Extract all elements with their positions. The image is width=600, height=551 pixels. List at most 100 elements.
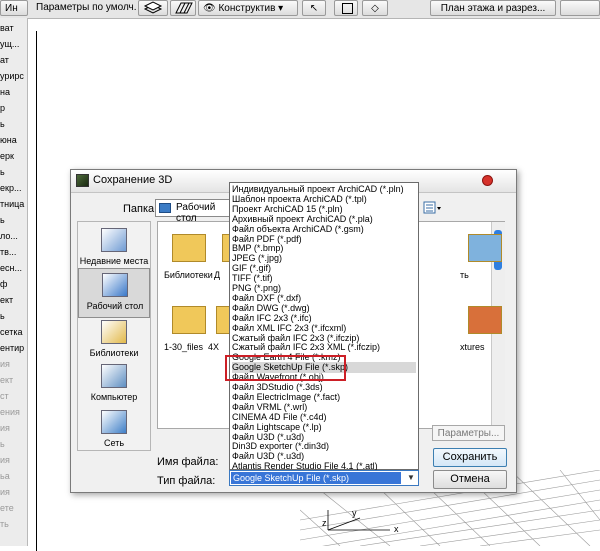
layers-button[interactable] [138,0,168,16]
desktop-icon [102,273,128,297]
filetype-label: Тип файла: [157,475,216,487]
parameters-button[interactable]: Параметры... [432,425,505,441]
place-label: Компьютер [90,392,138,402]
axis-z-label: z [322,518,327,528]
toolbox-item[interactable]: ия [0,358,27,370]
toolbar-tab-blank[interactable] [560,0,600,16]
toolbox-item[interactable]: тница [0,198,27,210]
toolbox-item[interactable]: ерк [0,150,27,162]
toolbox-item[interactable]: ентир [0,342,27,354]
toolbox-item[interactable]: юна [0,134,27,146]
computer-icon [101,364,127,388]
toolbox-item[interactable]: ф [0,278,27,290]
place-desktop[interactable]: Рабочий стол [78,268,150,318]
close-button[interactable] [482,175,493,186]
rectangle-icon [342,3,353,14]
layers-icon [143,1,163,14]
texture-folder-icon [468,306,502,334]
toolbox-panel: ват ущ... ат урирс на р ь юна ерк ь екр... тница ь ло… [0,18,28,546]
cancel-button[interactable]: Отмена [433,470,507,489]
marquee-icon: ◇ [371,3,379,14]
place-label: Библиотеки [89,348,139,358]
filename-label: Имя файла: [157,456,219,468]
file-label: 4X [208,342,220,352]
place-label: Сеть [103,438,125,448]
toolbar-left-label: Ин [0,0,28,16]
dialog-title: Сохранение 3D [93,174,173,186]
default-params-label[interactable]: Параметры по умолч. [32,0,136,16]
axis-y-label: y [352,508,357,518]
folder-label: Папка: [123,203,158,215]
toolbox-item[interactable]: ло... [0,230,27,242]
toolbox-item[interactable]: ь [0,214,27,226]
toolbox-item[interactable]: ия [0,454,27,466]
pointer-tool-button[interactable]: ↖ [302,0,326,16]
recent-places-icon [101,228,127,252]
toolbox-item[interactable]: р [0,102,27,114]
network-icon [101,410,127,434]
toolbox-item[interactable]: тв... [0,246,27,258]
toolbox-item[interactable]: ь [0,310,27,322]
folder-dropdown[interactable]: Рабочий стол [155,199,235,224]
places-bar: Недавние места Рабочий стол Библиотеки Комп… [77,221,151,451]
pointer-icon: ↖ [309,3,319,14]
toolbox-item[interactable]: ь [0,166,27,178]
chevron-down-icon[interactable]: ▼ [405,472,417,484]
tab-floor-plan[interactable]: План этажа и разрез... [430,0,556,16]
toolbox-item[interactable]: урирс [0,70,27,82]
toolbox-item[interactable]: ьа [0,470,27,482]
place-libraries[interactable]: Библиотеки [78,316,150,366]
file-label: xtures [460,342,485,352]
axis-x-label: x [394,524,399,534]
toolbox-item[interactable]: екр... [0,182,27,194]
toolbox-item[interactable]: ь [0,118,27,130]
toolbox-item[interactable]: ть [0,518,27,530]
toolbox-item[interactable]: ете [0,502,27,514]
network-folder-icon [468,234,502,262]
place-network[interactable]: Сеть [78,406,150,456]
toolbox-item[interactable]: ст [0,390,27,402]
archicad-icon [76,174,89,187]
file-item[interactable]: xtures [460,302,520,362]
place-computer[interactable]: Компьютер [78,360,150,410]
toolbox-item[interactable]: сетка [0,326,27,338]
grid-icon [175,2,193,14]
toolbox-item[interactable]: ект [0,374,27,386]
toolbox-item[interactable]: ия [0,422,27,434]
top-toolbar: Ин Параметры по умолч. 👁 Конструктив ▾ ↖… [0,0,600,19]
toolbox-item[interactable]: ения [0,406,27,418]
file-item[interactable]: ть [460,230,520,290]
toolbox-item[interactable]: ущ... [0,38,27,50]
desktop-small-icon [159,203,171,213]
file-type-dropdown[interactable]: Google SketchUp File (*.skp) ▼ [229,470,419,486]
file-label: ть [460,270,469,280]
file-label: Библиотеки [164,270,213,280]
folder-icon [172,306,206,334]
file-label: 1-30_files [164,342,204,352]
view-menu-button[interactable] [423,201,443,215]
file-type-list[interactable]: Индивидуальный проект ArchiCAD (*.pln) Ша… [229,182,419,471]
place-recent-places[interactable]: Недавние места [78,224,150,274]
file-type-selected: Google SketchUp File (*.skp) [231,472,401,484]
toolbox-item[interactable]: ия [0,486,27,498]
rectangle-tool-button[interactable] [334,0,358,16]
toolbox-item[interactable]: ь [0,438,27,450]
canvas-guide-line [36,31,37,551]
view-mode-label: Конструктив [218,3,276,14]
highlight-annotation-box [225,355,346,381]
file-label: Д [214,270,221,280]
eye-icon: 👁 [203,3,219,14]
save-button[interactable]: Сохранить [433,448,507,467]
marquee-tool-button[interactable]: ◇ [362,0,388,16]
place-label: Недавние места [79,256,149,266]
libraries-folder-icon [172,234,206,262]
toolbox-item[interactable]: ат [0,54,27,66]
toolbox-item[interactable]: есн... [0,262,27,274]
toolbox-item[interactable]: на [0,86,27,98]
libraries-icon [101,320,127,344]
toolbox-item[interactable]: ват [0,22,27,34]
view-mode-dropdown[interactable]: 👁 Конструктив ▾ [198,0,298,16]
grid-view-button[interactable] [170,0,196,16]
toolbox-item[interactable]: ект [0,294,27,306]
place-label: Рабочий стол [86,301,144,311]
